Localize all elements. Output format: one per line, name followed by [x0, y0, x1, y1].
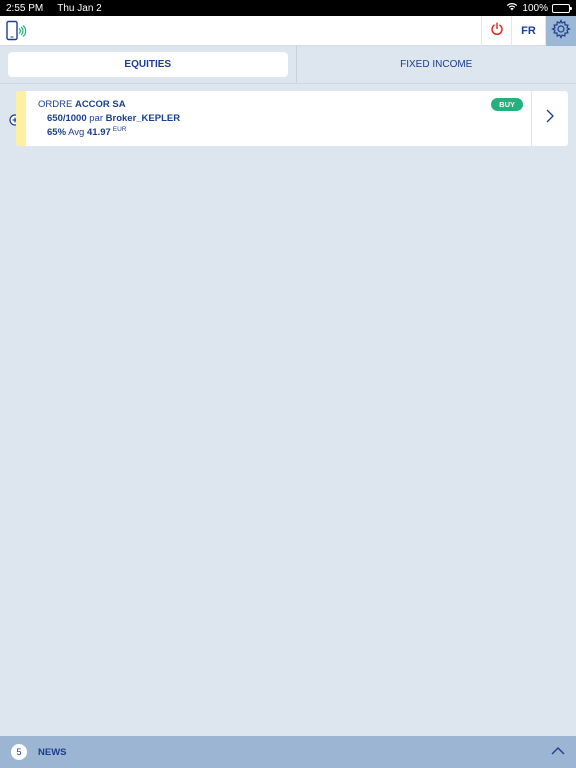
order-open-button[interactable] — [531, 91, 568, 146]
news-count-badge: 5 — [11, 744, 27, 760]
wifi-icon — [506, 2, 518, 14]
order-broker: Broker_KEPLER — [105, 113, 181, 124]
order-prefix: ORDRE — [38, 99, 73, 110]
power-icon — [490, 22, 504, 41]
order-currency: EUR — [112, 126, 127, 133]
gear-icon — [551, 18, 571, 44]
order-details: ORDRE ACCOR SA 650/1000 par Broker_KEPLE… — [26, 91, 531, 146]
tab-bar: EQUITIES FIXED INCOME — [0, 46, 576, 84]
news-bar[interactable]: 5 NEWS — [0, 736, 576, 768]
order-avg-price: 41.97 — [86, 127, 111, 138]
order-quantity: 650/1000 — [47, 113, 87, 124]
order-fill-percent: 65% — [47, 127, 67, 138]
order-fill-line: 65% Avg 41.97 EUR — [47, 126, 531, 138]
language-button[interactable]: FR — [511, 16, 545, 46]
chevron-right-icon — [545, 108, 555, 129]
order-instrument: ACCOR SA — [74, 99, 126, 110]
order-status-stripe — [16, 91, 26, 146]
order-quantity-line: 650/1000 par Broker_KEPLER — [47, 113, 531, 124]
status-bar: 2:55 PM Thu Jan 2 100% — [0, 0, 576, 16]
battery-icon — [552, 3, 572, 13]
order-par-label: par — [89, 113, 103, 124]
tab-equities[interactable]: EQUITIES — [8, 52, 288, 77]
chevron-up-icon[interactable] — [551, 743, 565, 761]
battery-percent: 100% — [522, 2, 548, 14]
order-card[interactable]: ORDRE ACCOR SA 650/1000 par Broker_KEPLE… — [16, 91, 568, 146]
order-title: ORDRE ACCOR SA — [38, 99, 531, 110]
status-time: 2:55 PM — [6, 2, 44, 14]
phone-connect-icon[interactable] — [4, 19, 28, 43]
tab-fixed-income[interactable]: FIXED INCOME — [297, 46, 576, 83]
buy-badge: BUY — [491, 98, 523, 111]
top-bar: FR — [0, 16, 576, 46]
power-button[interactable] — [481, 16, 511, 46]
status-date: Thu Jan 2 — [57, 2, 102, 14]
news-label: NEWS — [38, 746, 67, 758]
settings-button[interactable] — [545, 16, 576, 46]
tab-equities-wrap: EQUITIES — [0, 46, 297, 83]
order-avg-label: Avg — [68, 127, 85, 138]
